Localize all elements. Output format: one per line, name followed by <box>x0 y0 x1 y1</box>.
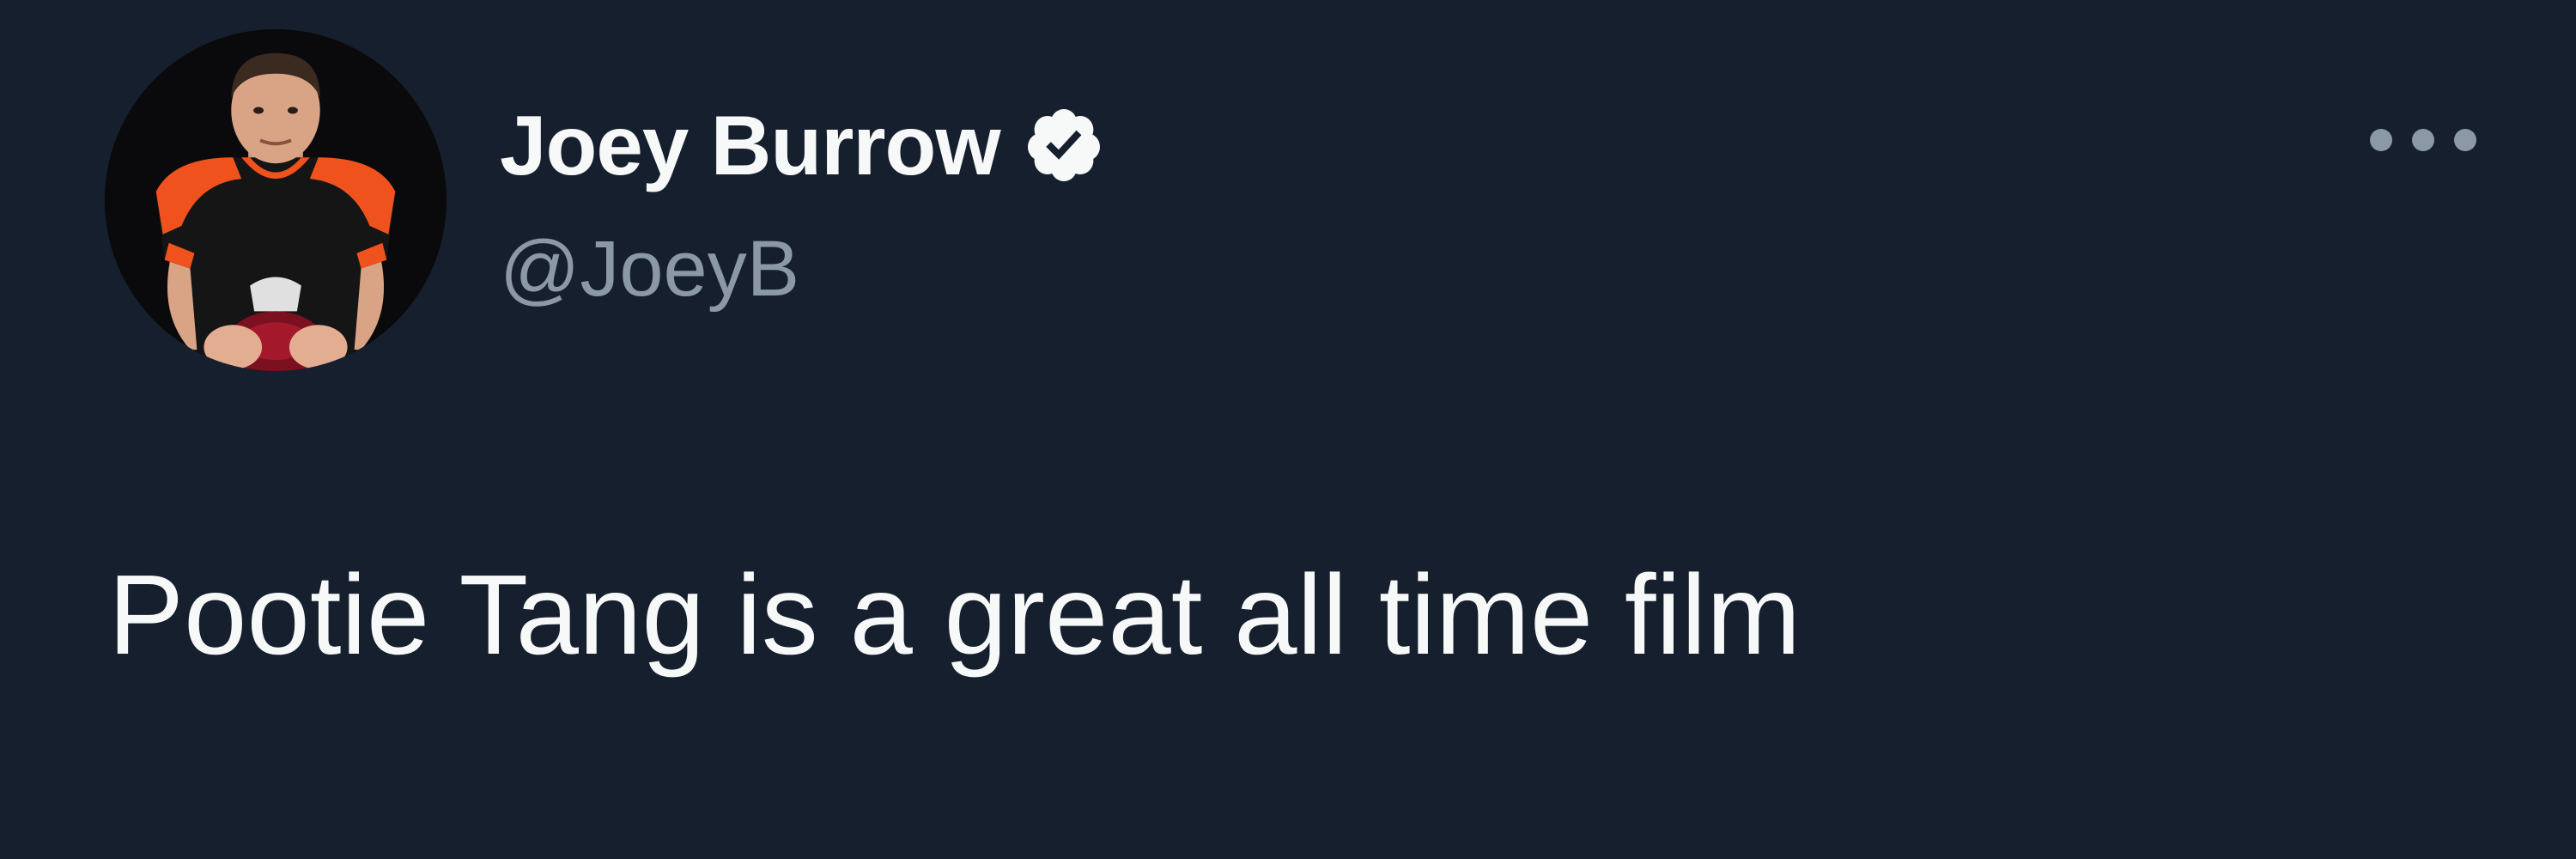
avatar[interactable] <box>105 29 447 371</box>
profile-photo-icon <box>105 29 447 371</box>
verified-badge-icon <box>1023 104 1105 186</box>
ellipsis-dot <box>2454 129 2476 151</box>
ellipsis-dot <box>2370 129 2392 151</box>
tweet-card: Joey Burrow @JoeyB Pootie Tang is a grea… <box>0 0 2576 859</box>
author-display-name[interactable]: Joey Burrow <box>500 98 1001 192</box>
author-handle[interactable]: @JoeyB <box>500 222 799 316</box>
author-row: Joey Burrow <box>500 98 1105 192</box>
ellipsis-dot <box>2412 129 2434 151</box>
tweet-text: Pootie Tang is a great all time film <box>108 551 1801 678</box>
more-options-ellipsis-icon[interactable] <box>2370 119 2476 161</box>
